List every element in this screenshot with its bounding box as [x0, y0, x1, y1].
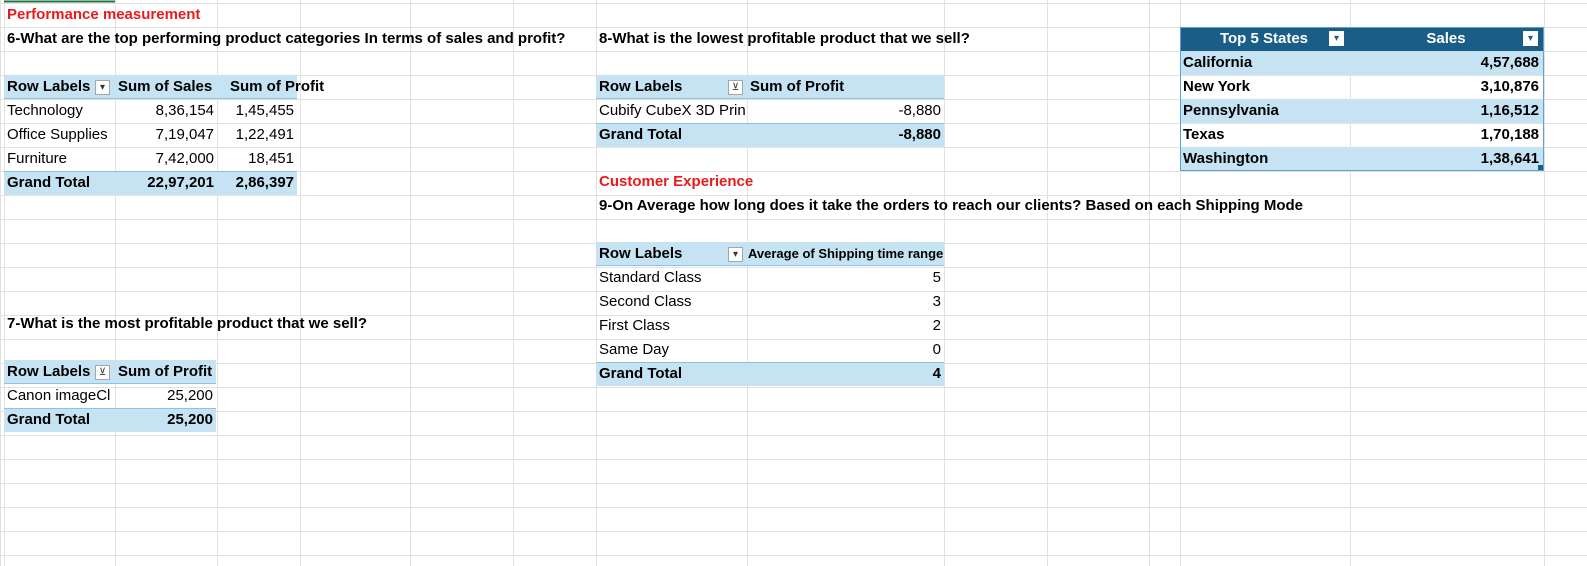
q8-row-label[interactable]: Cubify CubeX 3D Prin	[596, 99, 749, 123]
q7-header-row-labels[interactable]: Row Labels	[4, 360, 93, 384]
q6-total-sales[interactable]: 22,97,201	[115, 171, 217, 195]
q9-header-average[interactable]: Average of Shipping time range	[745, 242, 946, 266]
q6-row-profit[interactable]: 1,45,455	[217, 99, 297, 123]
q6-row-label[interactable]: Technology	[4, 99, 86, 123]
q9-total-label[interactable]: Grand Total	[596, 362, 685, 386]
sort-desc-icon[interactable]: ▾	[95, 80, 110, 95]
top-states-header-state[interactable]: Top 5 States	[1180, 27, 1348, 51]
q6-question[interactable]: 6-What are the top performing product ca…	[4, 27, 568, 51]
top-states-header-sales[interactable]: Sales	[1350, 27, 1542, 51]
q9-row-value[interactable]: 2	[747, 314, 944, 338]
q8-header-row-labels[interactable]: Row Labels	[596, 75, 685, 99]
q6-header-profit[interactable]: Sum of Profit	[227, 75, 327, 99]
q6-header-sales[interactable]: Sum of Sales	[115, 75, 215, 99]
dropdown-arrow-icon[interactable]: ▾	[1523, 31, 1538, 46]
top-states-row-state[interactable]: Texas	[1180, 123, 1227, 147]
q6-row-profit[interactable]: 18,451	[217, 147, 297, 171]
q7-header-profit[interactable]: Sum of Profit	[115, 360, 215, 384]
q9-row-value[interactable]: 5	[747, 266, 944, 290]
q6-total-profit[interactable]: 2,86,397	[217, 171, 297, 195]
top-states-row-sales[interactable]: 1,70,188	[1350, 123, 1542, 147]
table-resize-handle[interactable]	[1538, 165, 1543, 170]
q7-total-label[interactable]: Grand Total	[4, 408, 93, 432]
q9-row-label[interactable]: Standard Class	[596, 266, 705, 290]
q9-row-value[interactable]: 0	[747, 338, 944, 362]
q8-total-profit[interactable]: -8,880	[747, 123, 944, 147]
q7-row-label[interactable]: Canon imageCl	[4, 384, 113, 408]
dropdown-arrow-icon[interactable]: ▾	[1329, 31, 1344, 46]
q9-row-value[interactable]: 3	[747, 290, 944, 314]
q9-total-value[interactable]: 4	[747, 362, 944, 386]
q8-question[interactable]: 8-What is the lowest profitable product …	[596, 27, 973, 51]
q8-row-profit[interactable]: -8,880	[747, 99, 944, 123]
filter-icon[interactable]: ⊻	[728, 80, 743, 95]
q6-row-sales[interactable]: 7,42,000	[115, 147, 217, 171]
q7-question[interactable]: 7-What is the most profitable product th…	[4, 312, 370, 336]
performance-title[interactable]: Performance measurement	[4, 3, 203, 27]
q7-row-profit[interactable]: 25,200	[115, 384, 216, 408]
top-states-row-sales[interactable]: 3,10,876	[1350, 75, 1542, 99]
q7-total-profit[interactable]: 25,200	[115, 408, 216, 432]
top-states-row-state[interactable]: Pennsylvania	[1180, 99, 1282, 123]
q9-row-label[interactable]: Same Day	[596, 338, 672, 362]
q8-header-profit[interactable]: Sum of Profit	[747, 75, 847, 99]
top-states-row-state[interactable]: Washington	[1180, 147, 1271, 171]
q6-header-row-labels[interactable]: Row Labels	[4, 75, 93, 99]
q6-total-label[interactable]: Grand Total	[4, 171, 93, 195]
top-states-row-state[interactable]: New York	[1180, 75, 1253, 99]
filter-icon[interactable]: ⊻	[95, 365, 110, 380]
top-states-row-state[interactable]: California	[1180, 51, 1255, 75]
q8-total-label[interactable]: Grand Total	[596, 123, 685, 147]
customer-experience-title[interactable]: Customer Experience	[596, 170, 756, 194]
q6-row-sales[interactable]: 8,36,154	[115, 99, 217, 123]
sort-desc-icon[interactable]: ▾	[728, 247, 743, 262]
q6-row-label[interactable]: Furniture	[4, 147, 70, 171]
q9-row-label[interactable]: Second Class	[596, 290, 695, 314]
q9-header-row-labels[interactable]: Row Labels	[596, 242, 685, 266]
q9-row-label[interactable]: First Class	[596, 314, 673, 338]
q6-row-profit[interactable]: 1,22,491	[217, 123, 297, 147]
top-states-row-sales[interactable]: 1,16,512	[1350, 99, 1542, 123]
q9-question[interactable]: 9-On Average how long does it take the o…	[596, 194, 1306, 218]
q6-row-label[interactable]: Office Supplies	[4, 123, 111, 147]
q6-row-sales[interactable]: 7,19,047	[115, 123, 217, 147]
top-states-row-sales[interactable]: 1,38,641	[1350, 147, 1542, 171]
top-states-row-sales[interactable]: 4,57,688	[1350, 51, 1542, 75]
